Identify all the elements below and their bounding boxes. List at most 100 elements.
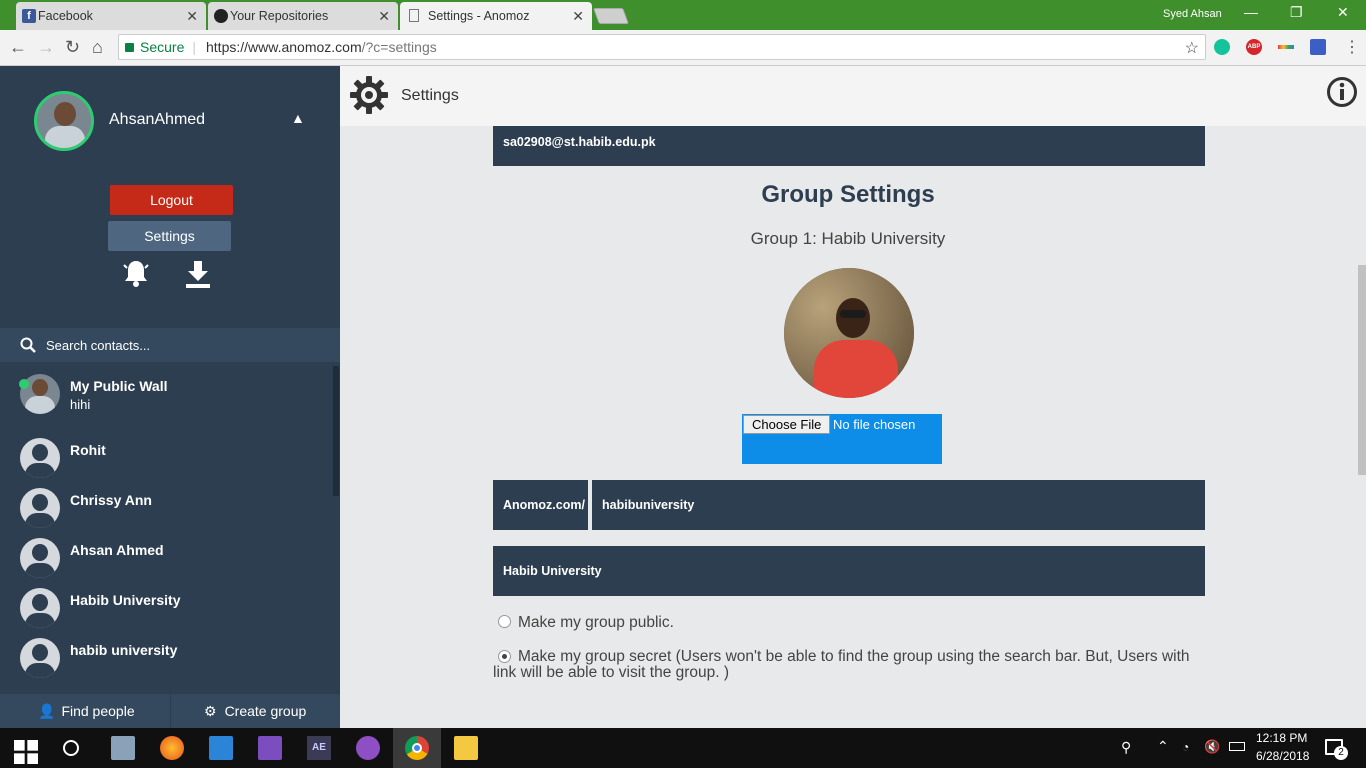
forward-icon[interactable]: →: [37, 37, 55, 58]
contact-name: Chrissy Ann: [70, 492, 152, 508]
address-bar[interactable]: Secure | https://www.anomoz.com/?c=setti…: [118, 34, 1206, 60]
download-icon[interactable]: [184, 259, 212, 289]
reload-icon[interactable]: ↻: [65, 37, 80, 58]
file-upload-area[interactable]: Choose File No file chosen: [742, 414, 942, 464]
grammarly-icon[interactable]: [1214, 39, 1230, 55]
close-icon[interactable]: ✕: [378, 8, 390, 25]
url-slug-value: habibuniversity: [602, 498, 695, 512]
new-tab-button[interactable]: [593, 8, 629, 24]
tab-label: Settings - Anomoz: [428, 9, 530, 23]
minimize-icon[interactable]: —: [1244, 4, 1258, 20]
no-file-label: No file chosen: [833, 417, 916, 432]
contact-name: Rohit: [70, 442, 106, 458]
sidebar: AhsanAhmed ▲ Logout Settings Search cont…: [0, 66, 340, 728]
url-text[interactable]: https://www.anomoz.com/?c=settings: [206, 39, 437, 55]
extension-icon[interactable]: [1278, 45, 1294, 49]
close-icon[interactable]: ✕: [186, 8, 198, 25]
cortana-search-icon[interactable]: [63, 740, 79, 756]
page-header: Settings: [340, 66, 1366, 126]
restore-icon[interactable]: ❐: [1290, 4, 1303, 21]
browser-user-name[interactable]: Syed Ahsan: [1163, 8, 1222, 20]
people-icon[interactable]: ⚲: [1121, 739, 1131, 756]
contact-habib-university[interactable]: Habib University: [0, 586, 340, 636]
battery-icon[interactable]: [1229, 742, 1245, 751]
extension-icon-2[interactable]: [1310, 39, 1326, 55]
main-scrollbar-thumb[interactable]: [1358, 265, 1366, 475]
choose-file-button[interactable]: Choose File: [743, 415, 831, 434]
after-effects-icon[interactable]: AE: [307, 736, 331, 760]
file-explorer-icon[interactable]: [454, 736, 478, 760]
settings-content: sa02908@st.habib.edu.pk Group Settings G…: [340, 126, 1356, 728]
url-main: https://www.anomoz.com: [206, 39, 362, 55]
url-prefix-label: Anomoz.com/: [503, 498, 585, 512]
chevron-up-icon[interactable]: ▲: [291, 110, 305, 126]
windows-start-icon[interactable]: [14, 740, 38, 764]
create-group-label: Create group: [224, 703, 307, 719]
info-icon[interactable]: [1326, 76, 1358, 108]
online-status-dot: [19, 379, 29, 389]
group-subtitle: Group 1: Habib University: [750, 229, 946, 248]
clock-time[interactable]: 12:18 PM: [1256, 731, 1307, 745]
adblock-icon[interactable]: ABP: [1246, 39, 1262, 55]
menu-icon[interactable]: ⋮: [1344, 37, 1360, 57]
group-url-input[interactable]: habibuniversity: [592, 480, 1205, 530]
find-people-label: Find people: [61, 703, 135, 719]
page-title: Settings: [401, 87, 459, 104]
url-path: /?c=settings: [361, 39, 437, 55]
settings-button[interactable]: Settings: [108, 221, 231, 251]
contact-name: My Public Wall: [70, 378, 168, 394]
search-icon: [20, 337, 36, 353]
profile-avatar[interactable]: [34, 91, 94, 151]
wifi-icon[interactable]: ◔: [1182, 740, 1189, 754]
tab-label: Facebook: [38, 9, 93, 23]
logout-button[interactable]: Logout: [110, 185, 233, 215]
contact-search[interactable]: Search contacts...: [0, 328, 340, 362]
page-icon: [409, 9, 419, 22]
close-window-icon[interactable]: ✕: [1337, 4, 1349, 21]
browser-toolbar: ← → ↻ ⌂ Secure | https://www.anomoz.com/…: [0, 30, 1366, 66]
contact-name: Ahsan Ahmed: [70, 542, 164, 558]
contact-name: habib university: [70, 642, 178, 658]
home-icon[interactable]: ⌂: [92, 37, 103, 58]
clock-date[interactable]: 6/28/2018: [1256, 749, 1309, 763]
group-picture: [784, 268, 914, 398]
create-group-button[interactable]: ⚙ Create group: [204, 694, 306, 728]
url-prefix: Anomoz.com/: [493, 480, 588, 530]
contact-rohit[interactable]: Rohit: [0, 436, 340, 486]
github-desktop-icon[interactable]: [356, 736, 380, 760]
contact-public-wall[interactable]: My Public Wall hihi: [0, 372, 340, 422]
visual-studio-icon[interactable]: [258, 736, 282, 760]
facebook-icon: f: [22, 9, 36, 23]
public-radio[interactable]: [498, 615, 511, 628]
contact-habib-university-2[interactable]: habib university: [0, 636, 340, 686]
email-field[interactable]: sa02908@st.habib.edu.pk: [493, 126, 1205, 166]
secure-badge[interactable]: Secure: [125, 39, 184, 55]
notification-count-badge: 2: [1334, 746, 1348, 760]
bell-icon[interactable]: [120, 257, 152, 289]
sidebar-footer: 👤 Find people ⚙ Create group: [0, 694, 340, 728]
github-icon: [214, 9, 228, 23]
tab-repositories[interactable]: Your Repositories ✕: [208, 2, 398, 30]
contact-list: My Public Wall hihi Rohit Chrissy Ann Ah…: [0, 366, 340, 686]
back-icon[interactable]: ←: [9, 37, 27, 58]
gear-icon: [350, 76, 388, 114]
sidebar-scrollbar[interactable]: [333, 366, 339, 496]
chrome-icon[interactable]: [405, 736, 429, 760]
volume-muted-icon[interactable]: 🔇: [1204, 739, 1220, 755]
search-input[interactable]: Search contacts...: [46, 338, 150, 353]
find-people-button[interactable]: 👤 Find people: [38, 694, 135, 728]
tab-settings-anomoz[interactable]: Settings - Anomoz ✕: [400, 2, 592, 30]
profile-name: AhsanAhmed: [109, 111, 206, 128]
avatar: [20, 438, 60, 478]
chevron-up-icon[interactable]: ⌃: [1157, 738, 1169, 755]
contact-chrissy-ann[interactable]: Chrissy Ann: [0, 486, 340, 536]
star-icon[interactable]: ☆: [1185, 38, 1199, 58]
close-icon[interactable]: ✕: [572, 8, 584, 25]
contact-ahsan-ahmed[interactable]: Ahsan Ahmed: [0, 536, 340, 586]
firefox-icon[interactable]: [160, 736, 184, 760]
file-transfer-icon[interactable]: [209, 736, 233, 760]
tab-facebook[interactable]: f Facebook ✕: [16, 2, 206, 30]
group-name-input[interactable]: Habib University: [493, 546, 1205, 596]
task-manager-icon[interactable]: [111, 736, 135, 760]
browser-tab-strip: f Facebook ✕ Your Repositories ✕ Setting…: [0, 0, 1366, 30]
